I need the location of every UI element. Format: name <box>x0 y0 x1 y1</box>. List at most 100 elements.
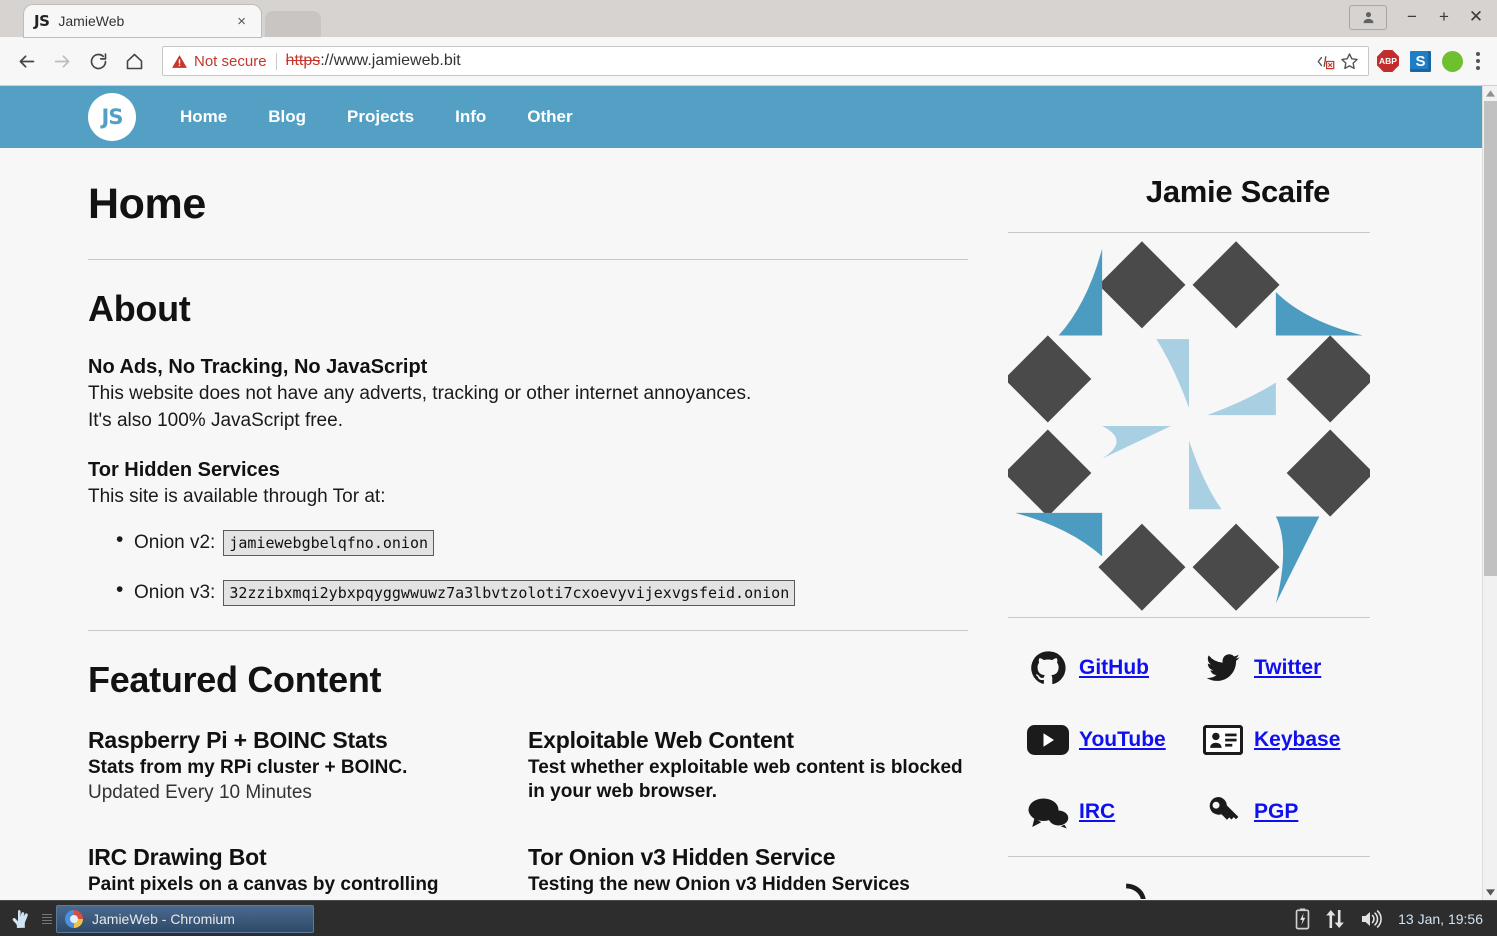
scrollbar-thumb[interactable] <box>1484 101 1497 576</box>
social-link-github[interactable]: GitHub <box>1008 632 1189 704</box>
site-logo-artwork <box>1004 241 1374 611</box>
javascript-blocked-icon[interactable] <box>1315 52 1335 71</box>
featured-item[interactable]: Exploitable Web Content Test whether exp… <box>528 727 968 804</box>
url-text: https://www.jamieweb.bit <box>286 52 461 70</box>
irc-chat-icon <box>1026 795 1070 829</box>
taskbar-window-title: JamieWeb - Chromium <box>92 910 235 927</box>
social-link-irc[interactable]: IRC <box>1008 776 1189 848</box>
social-link-label[interactable]: Twitter <box>1254 656 1321 680</box>
featured-item-title: Exploitable Web Content <box>528 726 794 753</box>
window-controls: − + ✕ <box>1349 3 1491 31</box>
nav-link-home[interactable]: Home <box>180 107 227 127</box>
skype-extension-icon[interactable]: S <box>1410 50 1431 72</box>
social-link-youtube[interactable]: YouTube <box>1008 704 1189 776</box>
featured-item-meta: Updated Every 10 Minutes <box>88 781 312 803</box>
sidebar-next-icon-partial <box>1008 871 1468 899</box>
page-viewport: JS Home Blog Projects Info Other Home Ab… <box>0 86 1497 900</box>
extension-icons: ABP S <box>1377 50 1467 72</box>
featured-item[interactable]: Raspberry Pi + BOINC Stats Stats from my… <box>88 727 528 804</box>
youtube-icon <box>1026 725 1070 755</box>
nav-link-blog[interactable]: Blog <box>268 107 306 127</box>
nav-link-other[interactable]: Other <box>527 107 572 127</box>
new-tab-button[interactable] <box>265 11 321 37</box>
taskbar-clock: 13 Jan, 19:56 <box>1398 910 1483 927</box>
hand-cursor-icon <box>12 909 28 928</box>
close-tab-icon[interactable]: × <box>232 14 251 29</box>
diamond-pinwheel-graphic <box>1004 241 1374 611</box>
keybase-icon <box>1201 725 1245 755</box>
chrome-menu-button[interactable] <box>1467 52 1489 70</box>
tab-strip: JS JamieWeb × − + ✕ <box>0 0 1497 37</box>
featured-item-title: IRC Drawing Bot <box>88 843 267 870</box>
page-scrollbar[interactable] <box>1482 86 1497 900</box>
home-button[interactable] <box>116 43 152 79</box>
divider <box>88 629 968 631</box>
featured-item-title: Raspberry Pi + BOINC Stats <box>88 726 388 753</box>
social-link-label[interactable]: PGP <box>1254 800 1298 824</box>
site-logo[interactable]: JS <box>88 93 136 141</box>
divider <box>1008 617 1370 618</box>
nav-link-projects[interactable]: Projects <box>347 107 414 127</box>
adblock-plus-icon[interactable]: ABP <box>1377 50 1399 72</box>
about-heading: About <box>88 288 191 329</box>
reload-button[interactable] <box>80 43 116 79</box>
no-ads-heading: No Ads, No Tracking, No JavaScript <box>88 356 428 378</box>
tor-heading: Tor Hidden Services <box>88 458 280 481</box>
social-link-label[interactable]: Keybase <box>1254 728 1340 752</box>
social-link-keybase[interactable]: Keybase <box>1189 704 1370 776</box>
onion-v2-address[interactable]: jamiewebgbelqfno.onion <box>223 529 435 556</box>
status-indicator-icon[interactable] <box>1442 50 1463 72</box>
pgp-key-icon <box>1201 793 1245 831</box>
system-tray: 13 Jan, 19:56 <box>1295 907 1497 930</box>
bookmark-star-icon[interactable] <box>1339 51 1360 72</box>
social-link-label[interactable]: GitHub <box>1079 656 1149 680</box>
taskbar-grip[interactable] <box>42 910 52 928</box>
twitter-icon <box>1201 650 1245 686</box>
no-ads-line-1: This website does not have any adverts, … <box>88 383 752 404</box>
social-link-label[interactable]: IRC <box>1079 800 1115 824</box>
taskbar-window-button[interactable]: JamieWeb - Chromium <box>56 904 314 933</box>
onion-address-list: Onion v2: jamiewebgbelqfno.onion Onion v… <box>88 528 968 606</box>
site-navigation-bar: JS Home Blog Projects Info Other <box>0 86 1482 148</box>
browser-tab[interactable]: JS JamieWeb × <box>24 5 261 37</box>
network-activity-icon[interactable] <box>1324 909 1346 929</box>
volume-icon[interactable] <box>1360 909 1384 929</box>
profile-avatar-button[interactable] <box>1349 4 1387 30</box>
featured-item-description: Stats from my RPi cluster + BOINC. <box>88 756 408 778</box>
tab-favicon: JS <box>34 12 50 30</box>
maximize-button[interactable]: + <box>1429 3 1459 31</box>
featured-item[interactable]: IRC Drawing Bot Paint pixels on a canvas… <box>88 844 528 897</box>
home-icon <box>126 53 142 69</box>
url-scheme: https <box>285 52 321 69</box>
no-ads-line-2: It's also 100% JavaScript free. <box>88 409 343 431</box>
author-name: Jamie Scaife <box>1145 174 1331 209</box>
scroll-down-arrow[interactable] <box>1483 885 1497 900</box>
social-link-label[interactable]: YouTube <box>1079 728 1166 752</box>
not-secure-warning-icon <box>171 53 188 70</box>
featured-content-heading: Featured Content <box>88 658 382 700</box>
list-item: Onion v3: 32zzibxmqi2ybxpqyggwwuwz7a3lbv… <box>88 578 968 606</box>
back-button[interactable] <box>8 43 44 79</box>
featured-item-description: Test whether exploitable web content is … <box>528 756 963 802</box>
onion-v3-address[interactable]: 32zzibxmqi2ybxpqyggwwuwz7a3lbvtzoloti7cx… <box>223 579 796 606</box>
close-window-button[interactable]: ✕ <box>1461 3 1491 31</box>
browser-toolbar: Not secure https://www.jamieweb.bit ABP … <box>0 37 1497 86</box>
forward-arrow-icon <box>54 54 69 68</box>
divider <box>1008 856 1370 857</box>
social-link-twitter[interactable]: Twitter <box>1189 632 1370 704</box>
battery-charging-icon[interactable] <box>1295 907 1310 930</box>
rss-or-contact-icon <box>1126 883 1146 899</box>
forward-button[interactable] <box>44 43 80 79</box>
app-launcher-button[interactable] <box>0 908 42 930</box>
url-host: ://www.jamieweb.bit <box>320 52 461 69</box>
minimize-button[interactable]: − <box>1397 3 1427 31</box>
scroll-up-arrow[interactable] <box>1483 86 1497 101</box>
desktop-taskbar: JamieWeb - Chromium 13 Jan, 19:56 <box>0 900 1497 936</box>
social-link-pgp[interactable]: PGP <box>1189 776 1370 848</box>
security-status-label: Not secure <box>194 52 267 70</box>
web-page: JS Home Blog Projects Info Other Home Ab… <box>0 86 1482 900</box>
onion-v3-label: Onion v3: <box>134 581 216 603</box>
nav-link-info[interactable]: Info <box>455 107 486 127</box>
featured-item[interactable]: Tor Onion v3 Hidden Service Testing the … <box>528 844 968 897</box>
address-bar[interactable]: Not secure https://www.jamieweb.bit <box>162 46 1369 76</box>
